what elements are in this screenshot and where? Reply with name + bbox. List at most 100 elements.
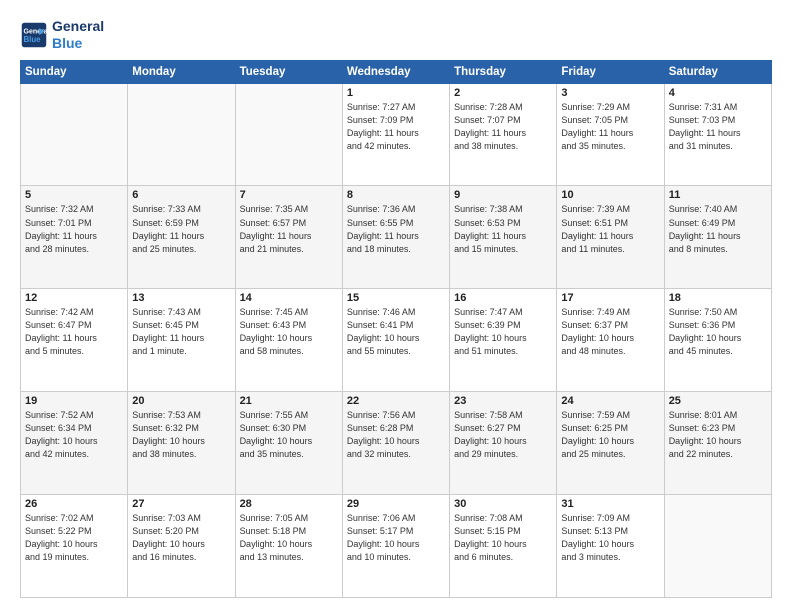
day-cell: 18 Sunrise: 7:50 AM Sunset: 6:36 PM Dayli… xyxy=(664,289,771,392)
day-cell: 2 Sunrise: 7:28 AM Sunset: 7:07 PM Daylig… xyxy=(450,83,557,186)
day-number: 26 xyxy=(25,498,123,510)
header: General Blue General Blue xyxy=(20,18,772,52)
day-cell: 3 Sunrise: 7:29 AM Sunset: 7:05 PM Daylig… xyxy=(557,83,664,186)
day-number: 8 xyxy=(347,189,445,201)
day-number: 14 xyxy=(240,292,338,304)
day-info: Sunrise: 7:02 AM Sunset: 5:22 PM Dayligh… xyxy=(25,512,123,564)
day-cell: 15 Sunrise: 7:46 AM Sunset: 6:41 PM Dayli… xyxy=(342,289,449,392)
col-header-wednesday: Wednesday xyxy=(342,60,449,83)
day-cell: 17 Sunrise: 7:49 AM Sunset: 6:37 PM Dayli… xyxy=(557,289,664,392)
day-cell: 13 Sunrise: 7:43 AM Sunset: 6:45 PM Dayli… xyxy=(128,289,235,392)
day-number: 1 xyxy=(347,87,445,99)
day-cell xyxy=(664,495,771,598)
day-info: Sunrise: 7:29 AM Sunset: 7:05 PM Dayligh… xyxy=(561,101,659,153)
col-header-friday: Friday xyxy=(557,60,664,83)
day-number: 29 xyxy=(347,498,445,510)
day-number: 27 xyxy=(132,498,230,510)
day-info: Sunrise: 7:46 AM Sunset: 6:41 PM Dayligh… xyxy=(347,306,445,358)
week-row-4: 19 Sunrise: 7:52 AM Sunset: 6:34 PM Dayli… xyxy=(21,392,772,495)
day-cell: 5 Sunrise: 7:32 AM Sunset: 7:01 PM Daylig… xyxy=(21,186,128,289)
day-info: Sunrise: 7:52 AM Sunset: 6:34 PM Dayligh… xyxy=(25,409,123,461)
day-number: 2 xyxy=(454,87,552,99)
day-info: Sunrise: 7:33 AM Sunset: 6:59 PM Dayligh… xyxy=(132,203,230,255)
day-info: Sunrise: 7:55 AM Sunset: 6:30 PM Dayligh… xyxy=(240,409,338,461)
day-number: 25 xyxy=(669,395,767,407)
day-cell: 14Sunrise: 7:45 AM Sunset: 6:43 PM Dayli… xyxy=(235,289,342,392)
day-number: 16 xyxy=(454,292,552,304)
day-info: Sunrise: 7:35 AM Sunset: 6:57 PM Dayligh… xyxy=(240,203,338,255)
logo-text: General Blue xyxy=(52,18,104,52)
day-number: 6 xyxy=(132,189,230,201)
day-cell: 6 Sunrise: 7:33 AM Sunset: 6:59 PM Daylig… xyxy=(128,186,235,289)
day-number: 22 xyxy=(347,395,445,407)
day-info: Sunrise: 7:43 AM Sunset: 6:45 PM Dayligh… xyxy=(132,306,230,358)
day-info: Sunrise: 7:49 AM Sunset: 6:37 PM Dayligh… xyxy=(561,306,659,358)
day-cell: 29 Sunrise: 7:06 AM Sunset: 5:17 PM Dayli… xyxy=(342,495,449,598)
day-cell: 16Sunrise: 7:47 AM Sunset: 6:39 PM Dayli… xyxy=(450,289,557,392)
day-number: 3 xyxy=(561,87,659,99)
day-info: Sunrise: 7:06 AM Sunset: 5:17 PM Dayligh… xyxy=(347,512,445,564)
day-info: Sunrise: 7:05 AM Sunset: 5:18 PM Dayligh… xyxy=(240,512,338,564)
day-cell xyxy=(21,83,128,186)
day-cell: 22Sunrise: 7:56 AM Sunset: 6:28 PM Dayli… xyxy=(342,392,449,495)
header-row: SundayMondayTuesdayWednesdayThursdayFrid… xyxy=(21,60,772,83)
day-info: Sunrise: 7:38 AM Sunset: 6:53 PM Dayligh… xyxy=(454,203,552,255)
svg-text:Blue: Blue xyxy=(24,35,42,44)
day-cell: 31Sunrise: 7:09 AM Sunset: 5:13 PM Dayli… xyxy=(557,495,664,598)
week-row-1: 1 Sunrise: 7:27 AM Sunset: 7:09 PM Daylig… xyxy=(21,83,772,186)
day-number: 13 xyxy=(132,292,230,304)
week-row-3: 12 Sunrise: 7:42 AM Sunset: 6:47 PM Dayli… xyxy=(21,289,772,392)
day-info: Sunrise: 7:53 AM Sunset: 6:32 PM Dayligh… xyxy=(132,409,230,461)
logo-icon: General Blue xyxy=(20,21,48,49)
day-number: 18 xyxy=(669,292,767,304)
day-info: Sunrise: 7:36 AM Sunset: 6:55 PM Dayligh… xyxy=(347,203,445,255)
calendar-table: SundayMondayTuesdayWednesdayThursdayFrid… xyxy=(20,60,772,598)
day-number: 12 xyxy=(25,292,123,304)
day-cell: 8 Sunrise: 7:36 AM Sunset: 6:55 PM Daylig… xyxy=(342,186,449,289)
day-info: Sunrise: 7:03 AM Sunset: 5:20 PM Dayligh… xyxy=(132,512,230,564)
day-number: 5 xyxy=(25,189,123,201)
day-number: 24 xyxy=(561,395,659,407)
day-cell: 26 Sunrise: 7:02 AM Sunset: 5:22 PM Dayli… xyxy=(21,495,128,598)
day-cell: 12 Sunrise: 7:42 AM Sunset: 6:47 PM Dayli… xyxy=(21,289,128,392)
day-number: 20 xyxy=(132,395,230,407)
day-info: Sunrise: 7:50 AM Sunset: 6:36 PM Dayligh… xyxy=(669,306,767,358)
day-info: Sunrise: 7:28 AM Sunset: 7:07 PM Dayligh… xyxy=(454,101,552,153)
day-cell: 9 Sunrise: 7:38 AM Sunset: 6:53 PM Daylig… xyxy=(450,186,557,289)
day-info: Sunrise: 7:08 AM Sunset: 5:15 PM Dayligh… xyxy=(454,512,552,564)
day-info: Sunrise: 7:32 AM Sunset: 7:01 PM Dayligh… xyxy=(25,203,123,255)
day-number: 7 xyxy=(240,189,338,201)
week-row-2: 5 Sunrise: 7:32 AM Sunset: 7:01 PM Daylig… xyxy=(21,186,772,289)
day-number: 17 xyxy=(561,292,659,304)
day-info: Sunrise: 8:01 AM Sunset: 6:23 PM Dayligh… xyxy=(669,409,767,461)
week-row-5: 26 Sunrise: 7:02 AM Sunset: 5:22 PM Dayli… xyxy=(21,495,772,598)
col-header-sunday: Sunday xyxy=(21,60,128,83)
day-cell: 21Sunrise: 7:55 AM Sunset: 6:30 PM Dayli… xyxy=(235,392,342,495)
day-cell xyxy=(235,83,342,186)
day-number: 28 xyxy=(240,498,338,510)
day-number: 23 xyxy=(454,395,552,407)
day-info: Sunrise: 7:39 AM Sunset: 6:51 PM Dayligh… xyxy=(561,203,659,255)
day-number: 30 xyxy=(454,498,552,510)
day-info: Sunrise: 7:31 AM Sunset: 7:03 PM Dayligh… xyxy=(669,101,767,153)
day-cell: 10 Sunrise: 7:39 AM Sunset: 6:51 PM Dayli… xyxy=(557,186,664,289)
page: General Blue General Blue SundayMondayTu… xyxy=(0,0,792,612)
day-info: Sunrise: 7:42 AM Sunset: 6:47 PM Dayligh… xyxy=(25,306,123,358)
day-cell: 11Sunrise: 7:40 AM Sunset: 6:49 PM Dayli… xyxy=(664,186,771,289)
day-number: 4 xyxy=(669,87,767,99)
day-cell: 7 Sunrise: 7:35 AM Sunset: 6:57 PM Daylig… xyxy=(235,186,342,289)
day-cell: 19 Sunrise: 7:52 AM Sunset: 6:34 PM Dayli… xyxy=(21,392,128,495)
day-cell: 27 Sunrise: 7:03 AM Sunset: 5:20 PM Dayli… xyxy=(128,495,235,598)
day-info: Sunrise: 7:58 AM Sunset: 6:27 PM Dayligh… xyxy=(454,409,552,461)
day-number: 9 xyxy=(454,189,552,201)
day-number: 19 xyxy=(25,395,123,407)
col-header-tuesday: Tuesday xyxy=(235,60,342,83)
day-info: Sunrise: 7:09 AM Sunset: 5:13 PM Dayligh… xyxy=(561,512,659,564)
col-header-saturday: Saturday xyxy=(664,60,771,83)
col-header-thursday: Thursday xyxy=(450,60,557,83)
day-cell: 1 Sunrise: 7:27 AM Sunset: 7:09 PM Daylig… xyxy=(342,83,449,186)
day-info: Sunrise: 7:27 AM Sunset: 7:09 PM Dayligh… xyxy=(347,101,445,153)
day-number: 10 xyxy=(561,189,659,201)
day-number: 15 xyxy=(347,292,445,304)
day-cell xyxy=(128,83,235,186)
